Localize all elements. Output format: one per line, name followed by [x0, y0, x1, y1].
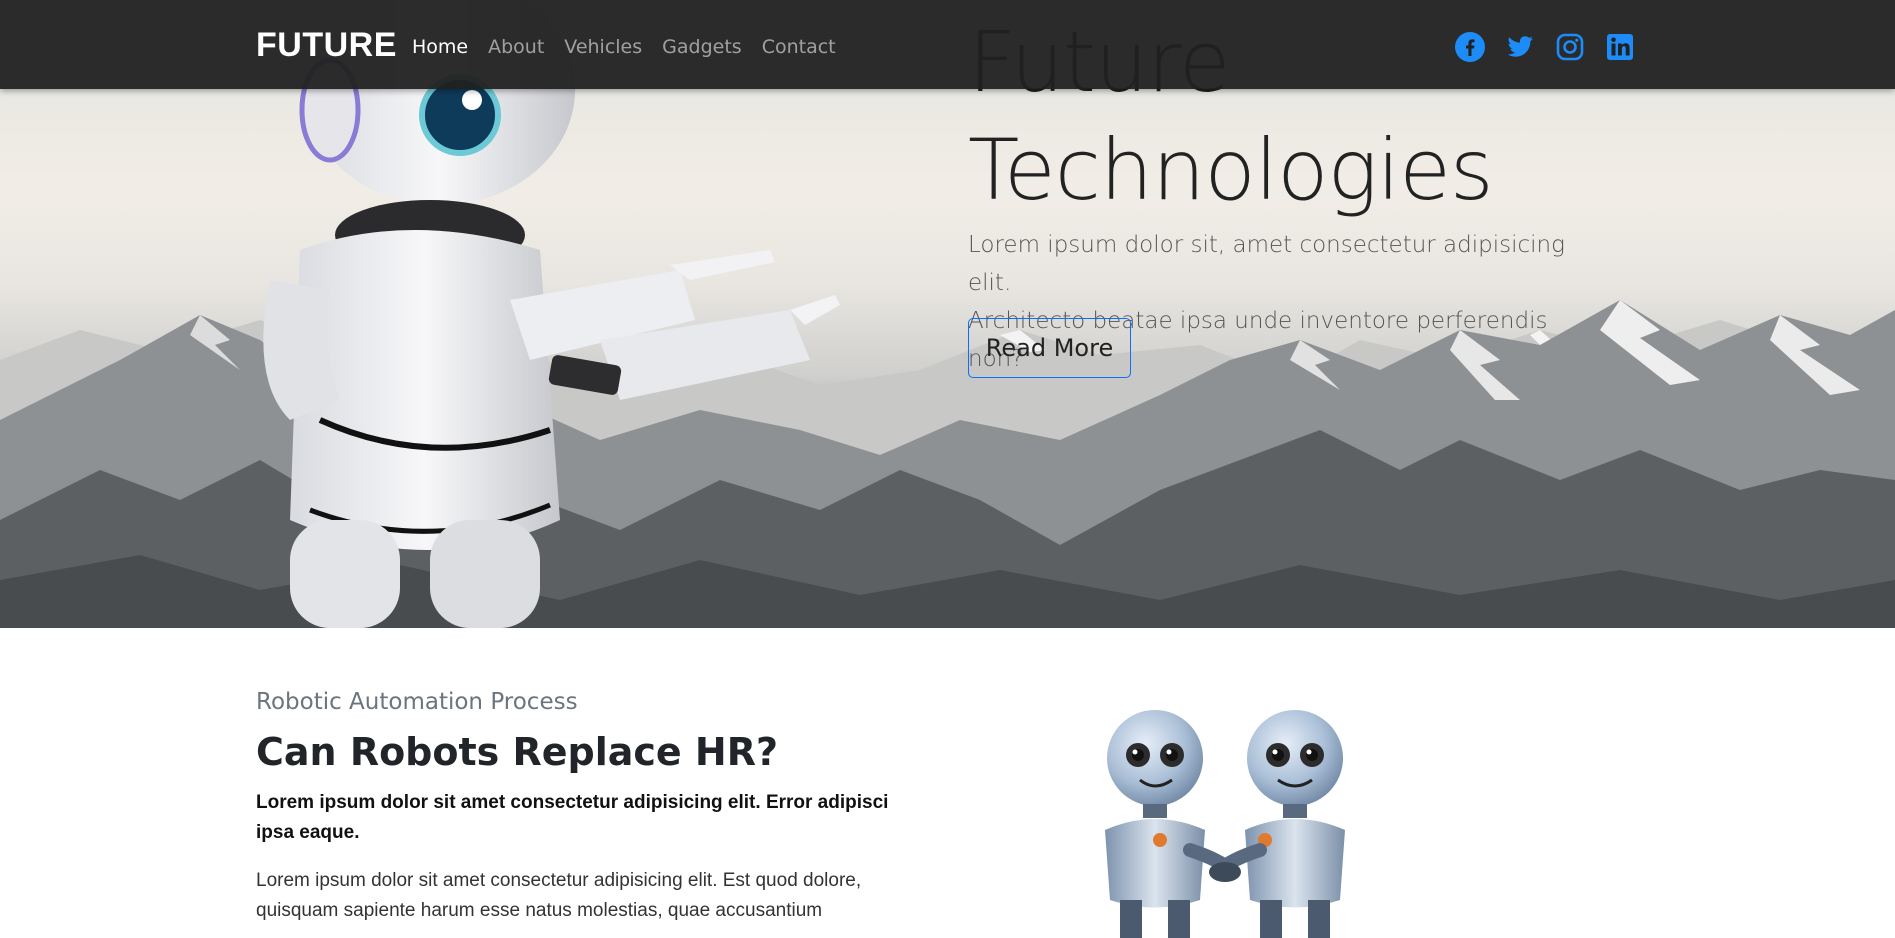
linkedin-icon[interactable]: [1605, 32, 1635, 62]
brand-logo[interactable]: FUTURE: [256, 26, 397, 65]
section-bold-text: Lorem ipsum dolor sit amet consectetur a…: [256, 788, 916, 848]
navbar: FUTURE Home About Vehicles Gadgets Conta…: [0, 0, 1895, 89]
robot-image: [263, 0, 840, 628]
nav-link-gadgets[interactable]: Gadgets: [662, 36, 742, 58]
bold-text-line-1: Lorem ipsum dolor sit amet consectetur a…: [256, 792, 889, 813]
nav-link-home[interactable]: Home: [412, 36, 468, 58]
hero-lead-line-1: Lorem ipsum dolor sit, amet consectetur …: [968, 232, 1565, 296]
social-links: [1455, 32, 1655, 62]
bold-text-line-2: ipsa eaque.: [256, 822, 360, 843]
body-text-line-2: quisquam sapiente harum esse natus moles…: [256, 900, 823, 921]
facebook-icon[interactable]: [1455, 32, 1485, 62]
nav-link-vehicles[interactable]: Vehicles: [564, 36, 642, 58]
section-eyebrow: Robotic Automation Process: [256, 689, 578, 715]
hero-title-line-2: Technologies: [968, 121, 1494, 219]
body-text-line-1: Lorem ipsum dolor sit amet consectetur a…: [256, 870, 862, 891]
section-title: Can Robots Replace HR?: [256, 730, 779, 774]
nav-links: Home About Vehicles Gadgets Contact: [412, 36, 856, 58]
robots-handshake-image: [1105, 710, 1345, 938]
read-more-button[interactable]: Read More: [968, 318, 1131, 378]
twitter-icon[interactable]: [1505, 32, 1535, 62]
nav-link-about[interactable]: About: [488, 36, 544, 58]
hero-banner: Future Technologies Lorem ipsum dolor si…: [0, 0, 1895, 628]
nav-link-contact[interactable]: Contact: [762, 36, 836, 58]
section-body-text: Lorem ipsum dolor sit amet consectetur a…: [256, 866, 916, 926]
instagram-icon[interactable]: [1555, 32, 1585, 62]
